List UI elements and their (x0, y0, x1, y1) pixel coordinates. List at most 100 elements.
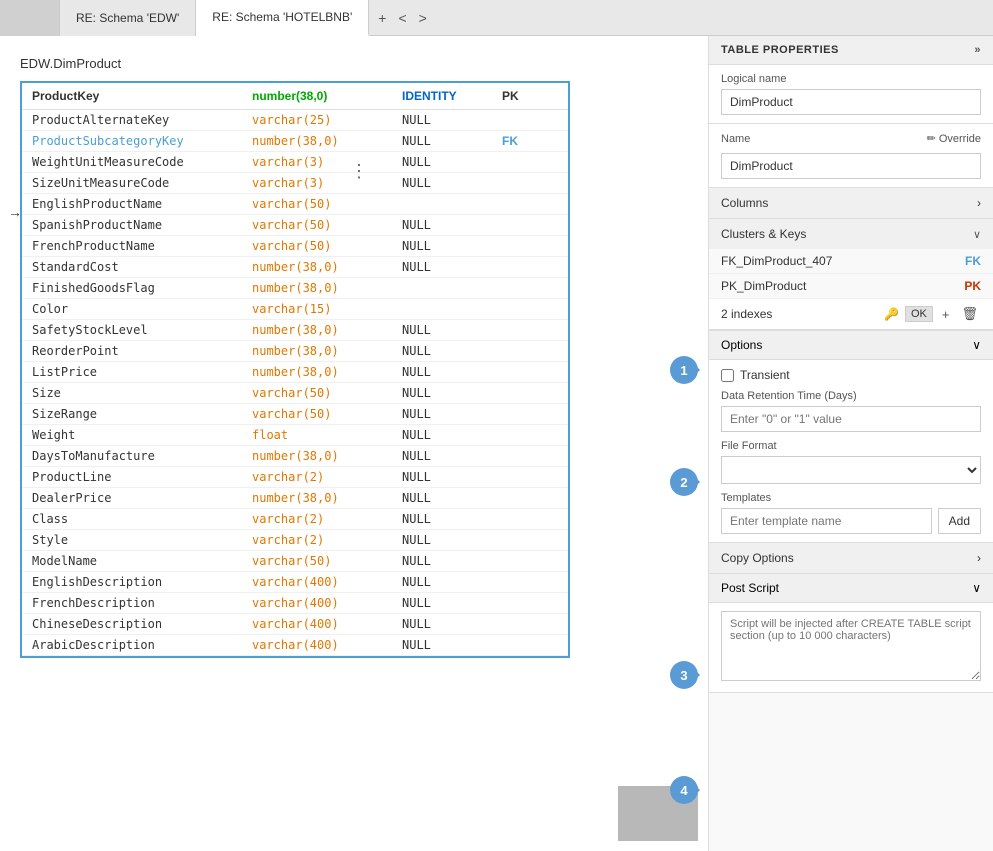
columns-section[interactable]: Columns › (709, 188, 993, 219)
key-name-pk: PK_DimProduct (721, 279, 806, 293)
column-null: NULL (402, 134, 482, 148)
column-type: number(38,0) (252, 260, 382, 274)
table-row: WeightUnitMeasureCodevarchar(3)NULL (22, 152, 568, 173)
column-null: NULL (402, 365, 482, 379)
column-null: NULL (402, 596, 482, 610)
templates-label: Templates (721, 492, 981, 504)
copy-options-section[interactable]: Copy Options › (709, 543, 993, 574)
file-format-label: File Format (721, 440, 981, 452)
columns-label: Columns (721, 196, 768, 210)
indexes-label: 2 indexes (721, 307, 772, 321)
file-format-select[interactable]: CSV JSON Parquet Avro (721, 456, 981, 484)
options-section: Options ∨ Transient Data Retention Time … (709, 331, 993, 543)
balloon-3: 3 (670, 661, 698, 689)
key-name-fk: FK_DimProduct_407 (721, 254, 832, 268)
column-name: FrenchProductName (32, 239, 232, 253)
table-row: EnglishProductNamevarchar(50) (22, 194, 568, 215)
table-name-label: DimProduct (53, 56, 121, 71)
column-name: ListPrice (32, 365, 232, 379)
tab-home[interactable] (0, 0, 60, 36)
column-type: varchar(50) (252, 239, 382, 253)
column-null: NULL (402, 176, 482, 190)
table-row: ChineseDescriptionvarchar(400)NULL (22, 614, 568, 635)
column-name: ArabicDescription (32, 638, 232, 652)
diagram-area[interactable]: EDW.DimProduct ⋮ → ProductKey number(38,… (0, 36, 708, 851)
options-header[interactable]: Options ∨ (709, 331, 993, 360)
context-menu-button[interactable]: ⋮ (350, 161, 368, 182)
column-name: SizeRange (32, 407, 232, 421)
column-name: FrenchDescription (32, 596, 232, 610)
column-null: NULL (402, 575, 482, 589)
col-extra-header: IDENTITY (402, 89, 482, 103)
table-row: Stylevarchar(2)NULL (22, 530, 568, 551)
template-name-input[interactable] (721, 508, 932, 534)
expand-panel-button[interactable]: » (974, 44, 981, 56)
column-type: varchar(400) (252, 617, 382, 631)
next-tab-button[interactable]: > (414, 8, 432, 28)
add-tab-button[interactable]: + (373, 8, 391, 28)
column-type: number(38,0) (252, 365, 382, 379)
pencil-icon: ✏ (927, 132, 936, 145)
column-type: number(38,0) (252, 323, 382, 337)
delete-index-button[interactable]: 🗑 (958, 305, 981, 323)
column-null: NULL (402, 344, 482, 358)
post-script-label: Post Script (721, 581, 779, 595)
post-script-section: Post Script ∨ (709, 574, 993, 693)
transient-label[interactable]: Transient (740, 368, 790, 382)
logical-name-input[interactable] (721, 89, 981, 115)
column-type: varchar(50) (252, 197, 382, 211)
add-index-button[interactable]: + (939, 306, 953, 323)
column-name: Color (32, 302, 232, 316)
options-chevron: ∨ (972, 338, 981, 352)
name-input[interactable] (721, 153, 981, 179)
add-template-button[interactable]: Add (938, 508, 981, 534)
post-script-textarea[interactable] (721, 611, 981, 681)
indexes-row: 2 indexes 🔑 OK + 🗑 (709, 299, 993, 330)
prev-tab-button[interactable]: < (393, 8, 411, 28)
copy-options-label: Copy Options (721, 551, 794, 565)
schema-label: EDW. (20, 56, 53, 71)
columns-chevron: › (977, 196, 981, 210)
column-type: varchar(400) (252, 596, 382, 610)
column-name: SpanishProductName (32, 218, 232, 232)
override-button[interactable]: ✏ Override (927, 132, 981, 145)
table-row: EnglishDescription varchar(400) NULL (22, 572, 568, 593)
column-type: varchar(400) (252, 575, 382, 589)
table-row: Sizevarchar(50)NULL (22, 383, 568, 404)
column-type: varchar(25) (252, 113, 382, 127)
tab-controls: + < > (373, 8, 432, 28)
column-name: ProductLine (32, 470, 232, 484)
table-row: DealerPricenumber(38,0)NULL (22, 488, 568, 509)
key-type-pk: PK (964, 279, 981, 293)
table-row: Classvarchar(2)NULL (22, 509, 568, 530)
column-null: NULL (402, 470, 482, 484)
column-name: EnglishDescription (32, 575, 232, 589)
column-null: NULL (402, 113, 482, 127)
transient-checkbox[interactable] (721, 369, 734, 382)
column-type: varchar(50) (252, 386, 382, 400)
column-null: NULL (402, 638, 482, 652)
indexes-controls: 🔑 OK + 🗑 (884, 305, 981, 323)
column-name: SizeUnitMeasureCode (32, 176, 232, 190)
column-null: NULL (402, 155, 482, 169)
post-script-header[interactable]: Post Script ∨ (709, 574, 993, 603)
column-null: NULL (402, 491, 482, 505)
table-row: FinishedGoodsFlagnumber(38,0) (22, 278, 568, 299)
table-row: FrenchProductName varchar(50) NULL (22, 236, 568, 257)
column-type: varchar(400) (252, 638, 382, 652)
column-type: varchar(2) (252, 512, 382, 526)
column-type: float (252, 428, 382, 442)
clusters-header[interactable]: Clusters & Keys ∨ (709, 219, 993, 249)
column-null: NULL (402, 512, 482, 526)
table-row: SizeRangevarchar(50)NULL (22, 404, 568, 425)
data-retention-input[interactable] (721, 406, 981, 432)
column-type: number(38,0) (252, 281, 382, 295)
table-header-row: ProductKey number(38,0) IDENTITY PK (22, 83, 568, 110)
tab-edw[interactable]: RE: Schema 'EDW' (60, 0, 196, 36)
column-name: SafetyStockLevel (32, 323, 232, 337)
table-row: ReorderPointnumber(38,0)NULL (22, 341, 568, 362)
column-null: NULL (402, 260, 482, 274)
tab-hotelbnb[interactable]: RE: Schema 'HOTELBNB' (196, 0, 369, 36)
breadcrumb: EDW.DimProduct (20, 56, 688, 71)
column-null: NULL (402, 239, 482, 253)
